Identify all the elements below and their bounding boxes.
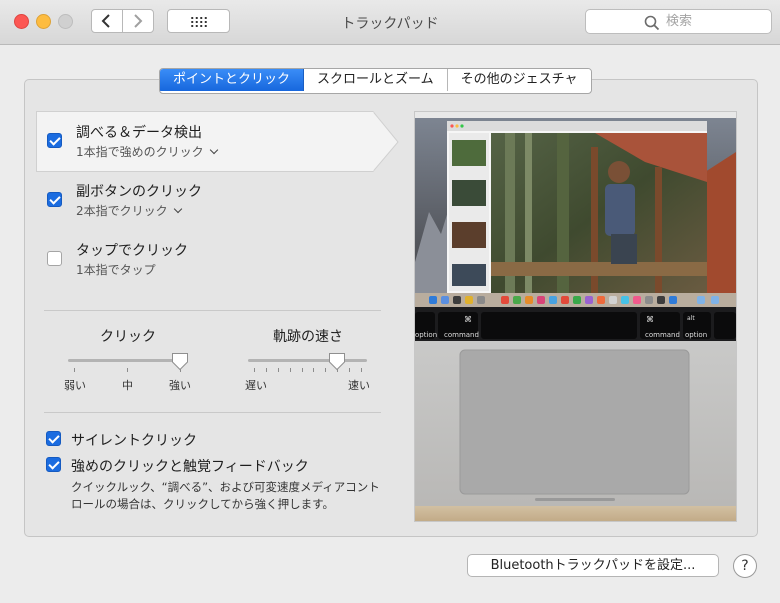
tracking-slider-track[interactable]	[248, 359, 367, 362]
tab-more-gestures[interactable]: その他のジェスチャ	[447, 69, 591, 91]
silent-click-label: サイレントクリック	[71, 433, 197, 449]
chevron-down-icon	[209, 145, 218, 155]
search-icon	[644, 15, 660, 31]
option-key-right-glyph: alt	[687, 315, 695, 322]
divider	[44, 412, 381, 413]
slider-tick	[361, 368, 362, 372]
slider-tick	[289, 368, 291, 372]
tab-point-and-click[interactable]: ポイントとクリック	[160, 69, 305, 91]
lookup-gesture-popup[interactable]: 1本指で強めのクリック	[76, 143, 218, 160]
search-input[interactable]	[664, 13, 768, 30]
click-mid-label: 中	[122, 379, 133, 392]
silent-click-checkbox[interactable]	[46, 431, 61, 446]
option-key-right-label: option	[685, 331, 708, 339]
click-slider-label: クリック	[100, 329, 156, 345]
tracking-slider-label: 軌跡の速さ	[273, 329, 343, 345]
command-key-left-glyph: ⌘	[464, 315, 472, 324]
title-bar: トラックパッド	[0, 0, 780, 45]
secondary-click-popup[interactable]: 2本指でクリック	[76, 202, 182, 219]
secondary-click-checkbox[interactable]	[47, 192, 62, 207]
force-click-label: 強めのクリックと触覚フィードバック	[71, 459, 309, 475]
option-key-left-label: option	[415, 331, 438, 339]
chevron-down-icon	[173, 204, 182, 214]
slider-tick	[277, 368, 279, 372]
help-button[interactable]: ?	[733, 554, 757, 578]
command-key-left-label: command	[444, 331, 479, 339]
click-min-label: 弱い	[64, 379, 86, 392]
slider-tick	[301, 368, 303, 372]
tab-bar: ポイントとクリック スクロールとズーム その他のジェスチャ	[159, 68, 592, 94]
tab-scroll-and-zoom[interactable]: スクロールとズーム	[304, 69, 448, 91]
lookup-label: 調べる＆データ検出	[76, 125, 202, 141]
secondary-click-value: 2本指でクリック	[76, 204, 168, 218]
force-click-checkbox[interactable]	[46, 457, 61, 472]
tracking-min-label: 遅い	[245, 379, 267, 392]
slider-tick	[313, 368, 315, 372]
secondary-click-label: 副ボタンのクリック	[76, 184, 202, 200]
tracking-slider-thumb[interactable]	[328, 352, 346, 371]
gesture-preview-video: option command ⌘ command ⌘ option alt	[414, 111, 737, 522]
tap-to-click-label: タップでクリック	[76, 243, 188, 259]
force-click-description: クイックルック、“調べる”、および可変速度メディアコントロールの場合は、クリック…	[71, 480, 380, 511]
divider	[44, 310, 381, 311]
slider-tick	[74, 368, 75, 372]
click-slider-track[interactable]	[68, 359, 186, 362]
tap-to-click-subtitle: 1本指でタップ	[76, 263, 156, 277]
lookup-gesture-value: 1本指で強めのクリック	[76, 145, 204, 159]
setup-bluetooth-trackpad-button[interactable]: Bluetoothトラックパッドを設定...	[467, 554, 719, 577]
lookup-checkbox[interactable]	[47, 133, 62, 148]
search-field[interactable]	[585, 9, 772, 34]
tap-to-click-checkbox[interactable]	[47, 251, 62, 266]
slider-tick	[254, 368, 255, 372]
command-key-right-glyph: ⌘	[646, 315, 654, 324]
selection-arrow	[372, 111, 399, 172]
command-key-right-label: command	[645, 331, 680, 339]
tracking-max-label: 速い	[348, 379, 370, 392]
slider-tick	[349, 368, 351, 372]
click-slider-thumb[interactable]	[171, 352, 189, 371]
click-max-label: 強い	[169, 379, 191, 392]
slider-tick	[265, 368, 267, 372]
slider-tick	[127, 368, 128, 372]
slider-tick	[325, 368, 327, 372]
